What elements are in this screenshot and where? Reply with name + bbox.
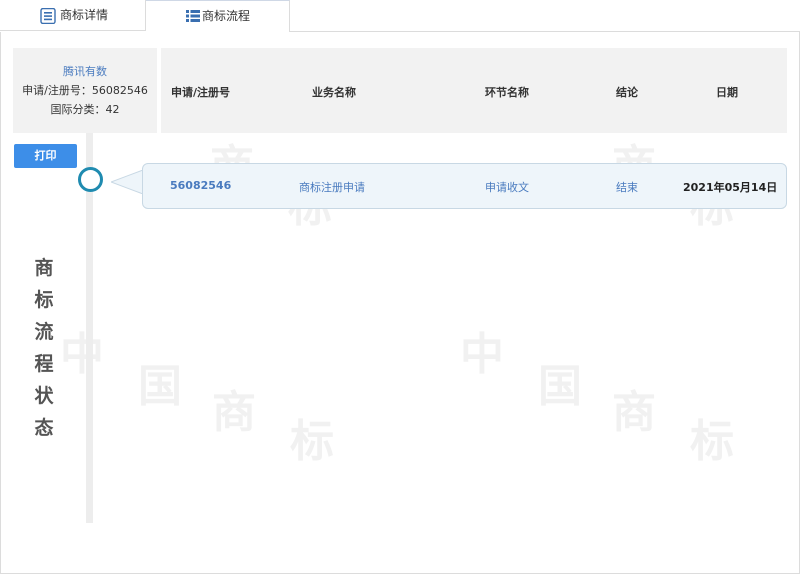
process-record-row: 56082546 商标注册申请 申请收文 结束 2021年05月14日 [142, 163, 787, 209]
watermark: 国 [138, 361, 182, 412]
column-step: 环节名称 [485, 86, 529, 99]
watermark: 标 [290, 416, 334, 467]
international-class: 国际分类：42 [50, 103, 120, 116]
watermark: 商 [212, 387, 256, 438]
column-business: 业务名称 [312, 86, 356, 99]
column-date: 日期 [716, 86, 738, 99]
application-number: 申请/注册号：56082546 [22, 84, 148, 97]
record-business: 商标注册申请 [299, 181, 365, 194]
callout-arrow [111, 170, 145, 194]
tab-trademark-process[interactable]: 商标流程 [146, 0, 290, 32]
trademark-info-box: 腾讯有数 申请/注册号：56082546 国际分类：42 [13, 48, 157, 133]
vertical-title: 商 标 流 程 状 态 [34, 257, 54, 439]
watermark: 中 [60, 329, 104, 380]
column-reg-no: 申请/注册号 [171, 86, 231, 99]
tab-trademark-details[interactable]: 商标详情 [0, 0, 146, 31]
column-conclusion: 结论 [616, 86, 638, 99]
table-header: 申请/注册号 业务名称 环节名称 结论 日期 [161, 48, 787, 133]
watermark: 国 [538, 361, 582, 412]
tab-label: 商标流程 [202, 9, 251, 23]
tab-label: 商标详情 [60, 8, 109, 22]
watermark: 中 [460, 329, 504, 380]
record-date: 2021年05月14日 [683, 181, 778, 194]
record-reg-no[interactable]: 56082546 [170, 179, 231, 192]
record-step: 申请收文 [485, 181, 529, 194]
applicant-name[interactable]: 腾讯有数 [13, 62, 157, 81]
print-button[interactable]: 打印 [14, 144, 77, 168]
record-conclusion: 结束 [616, 181, 638, 194]
timeline-node [78, 167, 103, 192]
tab-bar: 商标详情 商标流程 [0, 0, 800, 32]
watermark: 商 [612, 387, 656, 438]
watermark: 标 [690, 416, 734, 467]
document-list-icon [40, 8, 56, 24]
list-icon [186, 10, 200, 22]
